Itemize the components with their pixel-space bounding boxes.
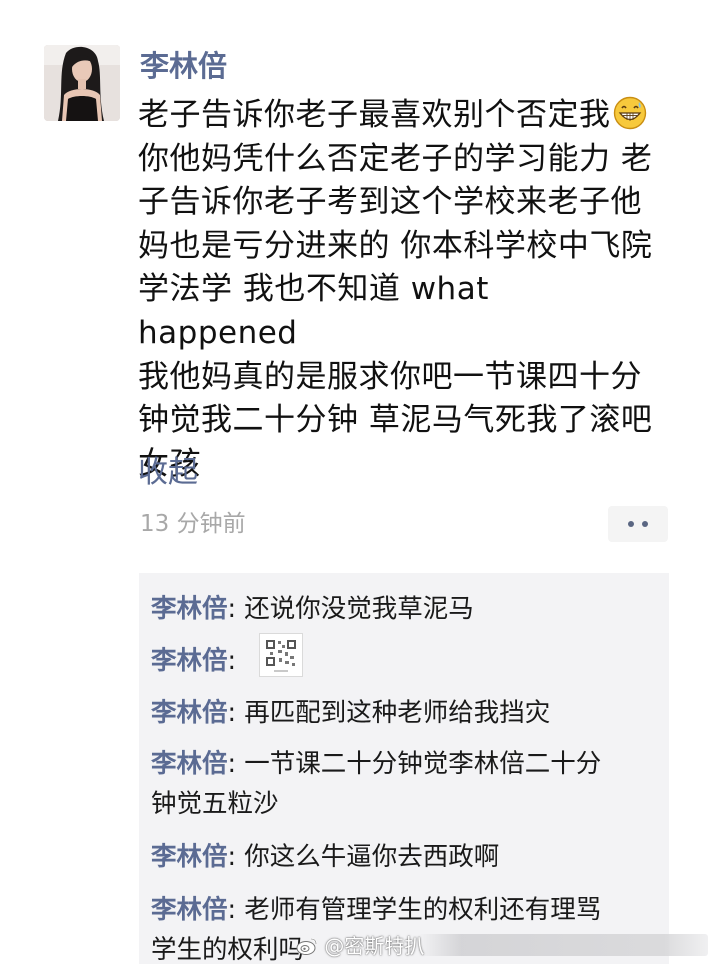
comment-separator: : <box>227 698 245 728</box>
comments-section: 李林倍: 还说你没觉我草泥马 李林倍: 李林倍: 再匹配到这种老师给我挡灾 李林… <box>139 573 669 965</box>
comment-separator: : <box>227 646 245 676</box>
weibo-logo-icon <box>296 938 317 955</box>
moments-post: 李林倍 老子告诉你老子最喜欢别个否定我 你他妈凭什么否定老子的学习能力 老 子告… <box>0 0 716 965</box>
post-time: 13 分钟前 <box>140 511 246 537</box>
comment-author[interactable]: 李林倍 <box>151 646 228 676</box>
comment-item[interactable]: 李林倍: <box>151 641 657 681</box>
collapse-link[interactable]: 收起 <box>138 452 198 494</box>
comment-author[interactable]: 李林倍 <box>151 842 228 872</box>
comment-item[interactable]: 李林倍: 还说你没觉我草泥马 <box>151 589 657 629</box>
comment-author[interactable]: 李林倍 <box>151 749 228 779</box>
watermark-text: @密斯特扒 <box>324 934 425 958</box>
more-dots-icon <box>642 521 648 527</box>
post-body-rest: 你他妈凭什么否定老子的学习能力 老 子告诉你老子考到这个学校来老子他 妈也是亏分… <box>138 140 653 482</box>
comment-author[interactable]: 李林倍 <box>151 594 228 624</box>
comment-author[interactable]: 李林倍 <box>151 895 228 925</box>
more-dots-icon <box>628 521 634 527</box>
comment-separator: : <box>227 749 245 779</box>
qr-code-icon <box>264 638 298 672</box>
comment-text: 还说你没觉我草泥马 <box>244 594 474 624</box>
post-author-name[interactable]: 李林倍 <box>140 46 227 86</box>
weibo-watermark: @密斯特扒 <box>296 928 716 964</box>
post-body-text: 老子告诉你老子最喜欢别个否定我 你他妈凭什么否定老子的学习能力 老 子告诉你老子… <box>138 94 658 486</box>
comment-separator: : <box>227 842 245 872</box>
avatar[interactable] <box>44 45 120 121</box>
avatar-photo <box>44 45 120 121</box>
comment-item[interactable]: 李林倍: 你这么牛逼你去西政啊 <box>151 837 657 877</box>
qr-code-image[interactable] <box>259 633 303 677</box>
comment-author[interactable]: 李林倍 <box>151 698 228 728</box>
comment-text: 你这么牛逼你去西政啊 <box>244 842 500 872</box>
comment-separator: : <box>227 594 245 624</box>
comment-separator: : <box>227 895 245 925</box>
comment-item[interactable]: 李林倍: 再匹配到这种老师给我挡灾 <box>151 693 657 733</box>
comment-item[interactable]: 李林倍: 一节课二十分钟觉李林倍二十分 钟觉五粒沙 <box>151 744 657 824</box>
comment-text: 再匹配到这种老师给我挡灾 <box>244 698 551 728</box>
post-body-line1: 老子告诉你老子最喜欢别个否定我 <box>138 97 611 133</box>
grinning-face-icon <box>613 96 646 130</box>
more-options-button[interactable] <box>608 506 668 542</box>
